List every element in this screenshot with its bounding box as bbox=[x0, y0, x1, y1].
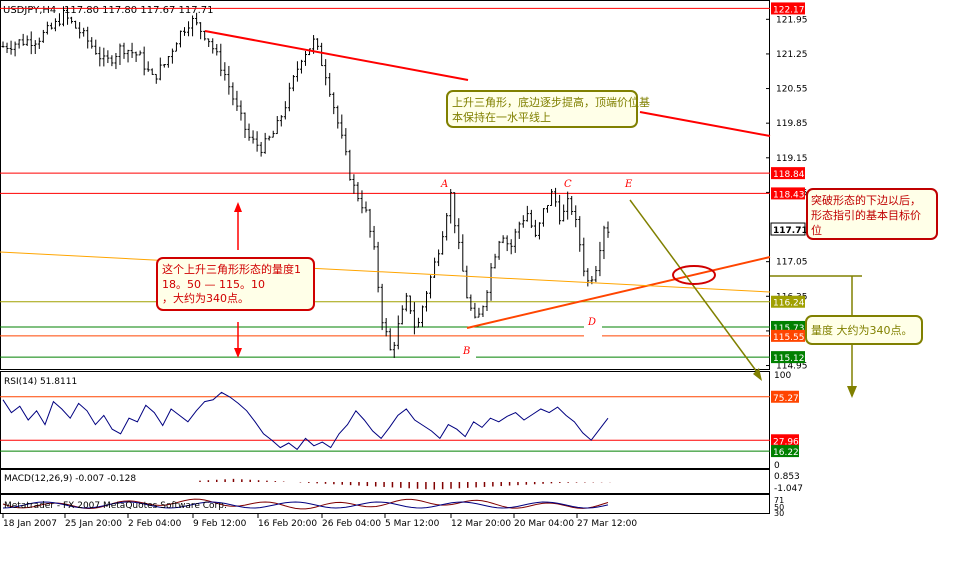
time-axis: 18 Jan 2007 25 Jan 20:00 2 Feb 04:00 9 Feb … bbox=[2, 514, 637, 529]
annotation-measure-line3: ，大约为340点。 bbox=[162, 291, 249, 305]
price-tick-label: 119.15 bbox=[776, 154, 808, 164]
time-tick-label: 27 Mar 12:00 bbox=[577, 519, 637, 529]
chart: USDJPY,H4 117.80 117.80 117.67 117.71 12… bbox=[0, 0, 938, 529]
projected-resistance-line bbox=[639, 111, 771, 137]
symbol-label: USDJPY,H4 bbox=[3, 5, 56, 16]
macd-title: MACD(12,26,9) -0.007 -0.128 bbox=[4, 474, 136, 484]
price-tick-label: 121.25 bbox=[776, 50, 808, 60]
annotation-measure-line1: 这个上升三角形形态的量度1 bbox=[162, 262, 301, 276]
annotation-target-line1: 突破形态的下边以后， bbox=[811, 193, 921, 207]
macd-tick-bottom: -1.047 bbox=[774, 484, 803, 494]
bottom-tick-3: 30 bbox=[774, 509, 784, 518]
time-tick-label: 5 Mar 12:00 bbox=[385, 519, 440, 529]
macd-tick-top: 0.853 bbox=[774, 472, 800, 482]
price-tick-label: 119.85 bbox=[776, 119, 808, 129]
time-tick-label: 9 Feb 12:00 bbox=[193, 519, 247, 529]
time-tick-label: 2 Feb 04:00 bbox=[128, 519, 182, 529]
macd-histogram bbox=[199, 478, 611, 490]
rsi-line bbox=[2, 391, 609, 451]
annotation-triangle-line2: 本保持在一水平线上 bbox=[452, 110, 551, 124]
ohlc-label: 117.80 117.80 117.67 117.71 bbox=[64, 5, 214, 16]
time-tick-label: 20 Mar 04:00 bbox=[514, 519, 574, 529]
price-tick-label: 121.95 bbox=[776, 15, 808, 25]
price-tick-label: 117.05 bbox=[776, 258, 808, 268]
point-b-label: B bbox=[462, 346, 470, 357]
rsi-panel-frame bbox=[0, 371, 770, 469]
measure-arrow-down-head bbox=[234, 348, 242, 358]
bottom-panel-text: Metatrader - FX 2007 MetaQuotes Software… bbox=[4, 501, 227, 511]
resistance-trendline-upper bbox=[204, 30, 469, 81]
level-tag-label: 116.24 bbox=[773, 299, 805, 309]
level-lines: 122.17118.84118.43117.71116.24115.73115.… bbox=[0, 2, 808, 364]
level-tag-label: 118.43 bbox=[773, 190, 805, 200]
annotation-target-line2: 形态指引的基本目标价 bbox=[811, 208, 921, 222]
long-trend-line bbox=[0, 251, 771, 293]
time-tick-label: 16 Feb 20:00 bbox=[258, 519, 317, 529]
point-c-label: C bbox=[564, 179, 572, 190]
point-e-label: E bbox=[624, 179, 633, 190]
time-tick-label: 25 Jan 20:00 bbox=[65, 519, 122, 529]
time-tick-label: 18 Jan 2007 bbox=[3, 519, 57, 529]
point-d-label: D bbox=[587, 317, 596, 328]
measure-arrow-up-head bbox=[234, 202, 242, 212]
annotation-target-line3: 位 bbox=[811, 223, 822, 237]
level-tag-label: 117.71 bbox=[773, 226, 808, 236]
annotation-triangle-line1: 上升三角形，底边逐步提高，顶端价位基 bbox=[452, 95, 650, 109]
level-tag-label: 115.55 bbox=[773, 333, 805, 343]
time-tick-label: 26 Feb 04:00 bbox=[322, 519, 381, 529]
time-tick-label: 12 Mar 20:00 bbox=[451, 519, 511, 529]
price-tick-label: 120.55 bbox=[776, 85, 808, 95]
triangle-support-line bbox=[466, 256, 771, 329]
level-tag-label: 115.12 bbox=[773, 354, 805, 364]
target-measure-arrowhead bbox=[847, 386, 857, 398]
annotation-measure-line2: 18。50 — 115。10 bbox=[162, 278, 265, 291]
point-a-label: A bbox=[440, 179, 448, 190]
rsi-panel: 75.2727.9616.221000 bbox=[0, 371, 799, 471]
level-tag-label: 118.84 bbox=[773, 170, 805, 180]
annotation-distance-text: 量度 大约为340点。 bbox=[811, 323, 913, 337]
level-tag-label: 122.17 bbox=[773, 5, 805, 15]
rsi-level-label: 75.27 bbox=[773, 394, 799, 404]
rsi-tick-100: 100 bbox=[774, 371, 791, 381]
rsi-title: RSI(14) 51.8111 bbox=[4, 377, 77, 387]
rsi-tick-0: 0 bbox=[774, 461, 780, 471]
rsi-level-label: 16.22 bbox=[773, 448, 799, 458]
